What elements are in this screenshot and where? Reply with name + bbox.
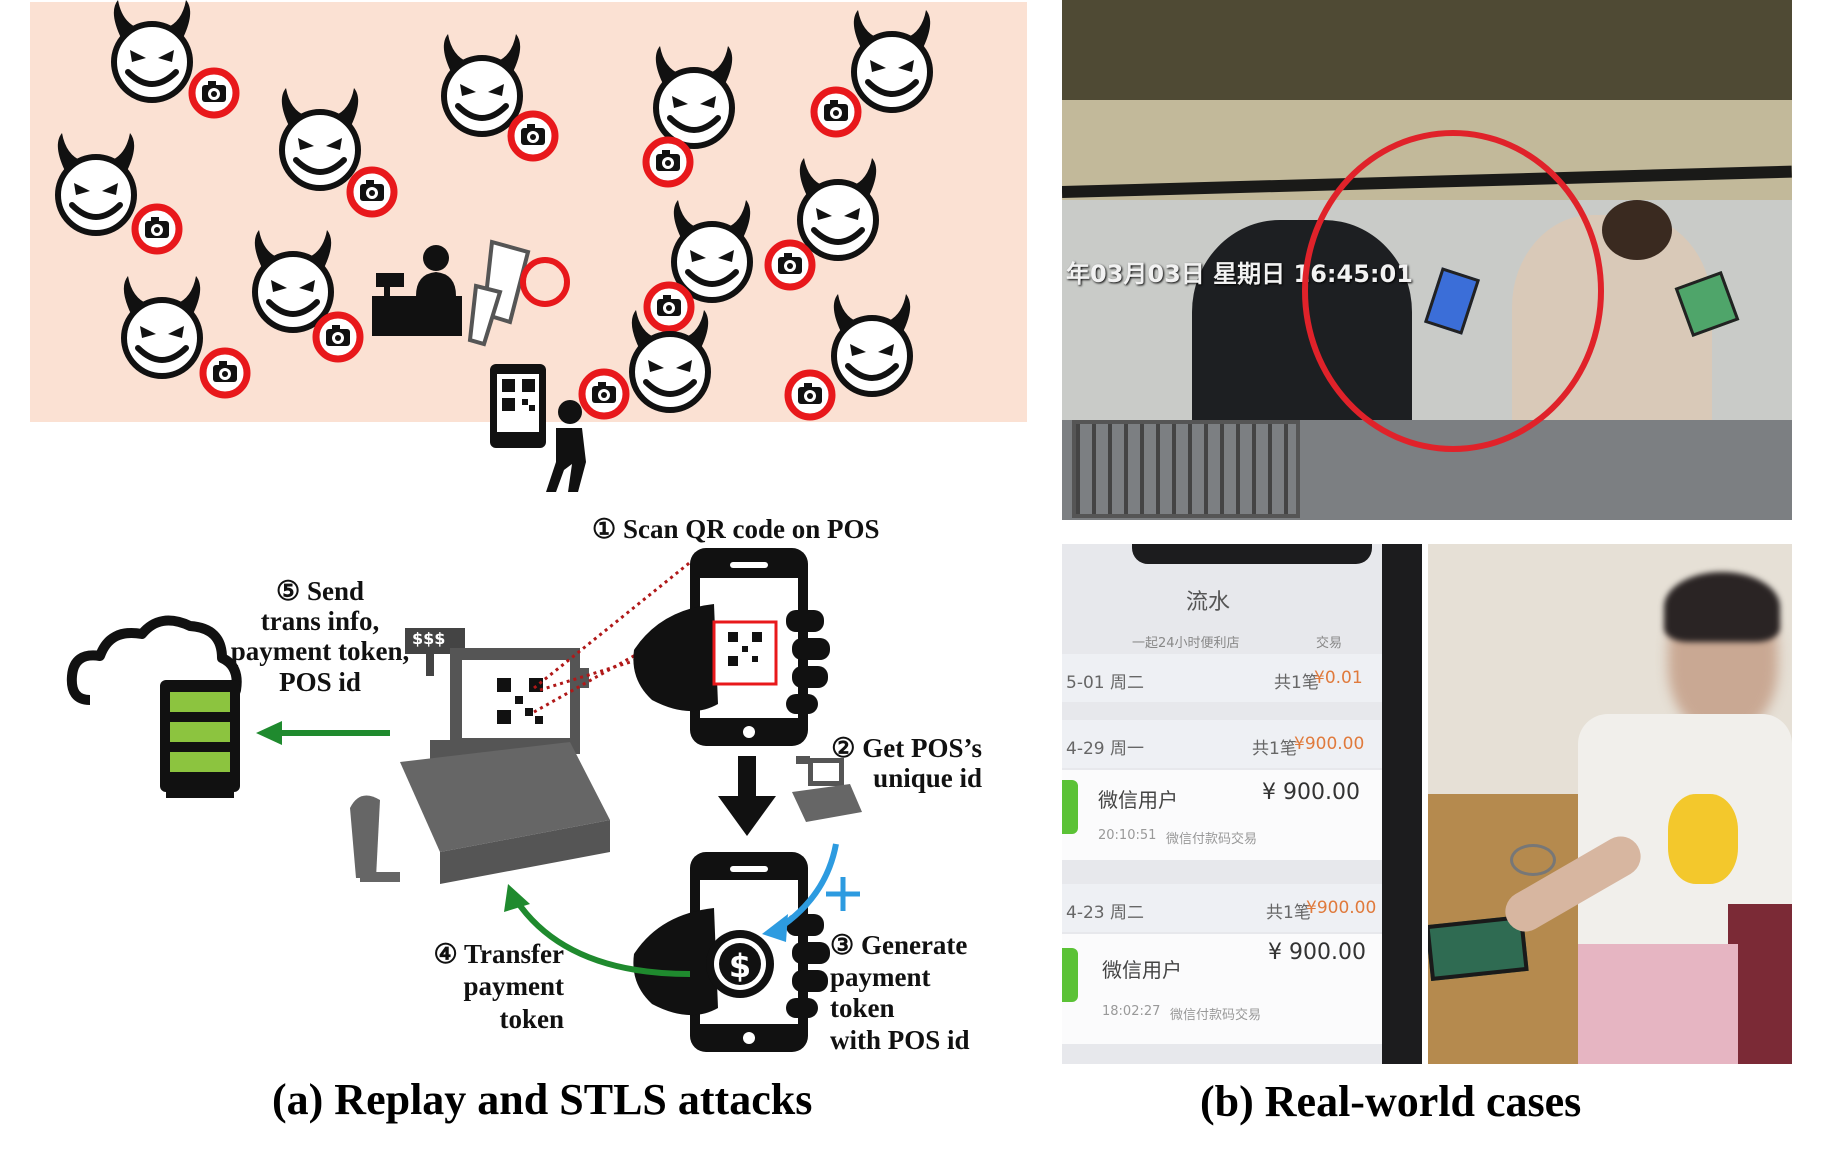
row-value: ¥ 900.00 — [1268, 940, 1366, 965]
row-value: ¥ 900.00 — [1262, 780, 1360, 805]
record-store: 一起24小时便利店 — [1132, 636, 1240, 651]
record-title: 流水 — [1186, 590, 1231, 615]
step-5-line: payment token, — [230, 636, 410, 667]
attacker-devil-icon — [114, 0, 236, 115]
step-5-line: ⑤ Send — [276, 576, 364, 606]
hand-phone-scan-icon — [633, 548, 830, 746]
attacker-devil-icon — [255, 230, 360, 359]
cashier-icon — [372, 245, 462, 336]
step-3-label: ③ Generate payment token with POS id — [830, 930, 970, 1056]
handcuff-icon — [1510, 844, 1556, 876]
record-row-3-header: 4-23 周二 共1笔 ¥900.00 — [1062, 884, 1382, 932]
phone-bezel — [1382, 544, 1422, 1064]
record-row-2-detail: 微信用户 ¥ 900.00 20:10:51 微信付款码交易 — [1062, 770, 1382, 860]
step-4-line: payment — [463, 971, 565, 1002]
record-row-1: 5-01 周二 共1笔 ¥0.01 — [1062, 654, 1382, 702]
row-user: 微信用户 — [1098, 788, 1178, 812]
row-date: 4-23 周二 — [1066, 903, 1144, 923]
suspect-photo — [1428, 544, 1792, 1064]
cctv-head-right — [1602, 200, 1672, 260]
record-row-3-detail: 微信用户 ¥ 900.00 18:02:27 微信付款码交易 — [1062, 934, 1382, 1044]
step-2-line: ② Get POS’s — [831, 733, 982, 763]
attacker-devil-icon — [788, 294, 910, 417]
step-5-label: ⑤ Send trans info, payment token, POS id — [205, 576, 435, 697]
step-2-label: ② Get POS’s unique id — [822, 733, 982, 793]
cctv-top-wall — [1062, 0, 1792, 100]
step-3-line: with POS id — [830, 1024, 970, 1055]
record-row-2-header: 4-29 周一 共1笔 ¥900.00 — [1062, 720, 1382, 768]
green-tag — [1062, 780, 1078, 834]
row-amount: ¥0.01 — [1314, 668, 1363, 688]
step-4-label: ④ Transfer payment token — [398, 938, 564, 1035]
attacker-devil-icon — [282, 88, 394, 214]
step-5-line: trans info, — [260, 606, 380, 637]
row-note: 微信付款码交易 — [1170, 1008, 1262, 1023]
phone-notch — [1132, 544, 1372, 564]
row-count: 共1笔 — [1252, 739, 1297, 759]
attack-illustration: $ — [0, 0, 1060, 1052]
victim-with-phone-icon — [490, 364, 586, 492]
step-1-label: ① Scan QR code on POS — [592, 514, 880, 544]
cctv-cart — [1072, 420, 1300, 518]
attacker-devil-icon — [814, 10, 930, 134]
attacker-devil-icon — [58, 133, 179, 251]
caption-b: (b) Real-world cases — [1200, 1077, 1582, 1126]
green-tag — [1062, 948, 1078, 1002]
row-user: 微信用户 — [1102, 958, 1182, 982]
barcode-scanner-icon — [467, 239, 570, 347]
send-arrow — [256, 721, 390, 745]
step-4-line: token — [499, 1003, 564, 1034]
attacker-devil-icon — [647, 200, 750, 329]
attacker-devil-icon — [646, 46, 732, 184]
row-date: 5-01 周二 — [1066, 673, 1144, 693]
suspect-shirt-print — [1668, 794, 1738, 884]
row-amount: ¥900.00 — [1294, 734, 1365, 754]
row-count: 共1笔 — [1266, 903, 1311, 923]
row-count: 共1笔 — [1274, 673, 1319, 693]
attacker-devil-icon — [444, 34, 555, 158]
highlight-circle — [1302, 130, 1604, 452]
step-4-line: ④ Transfer — [433, 939, 564, 969]
row-date: 4-29 周一 — [1066, 739, 1144, 759]
row-time: 20:10:51 — [1098, 828, 1157, 843]
row-note: 微信付款码交易 — [1166, 832, 1258, 847]
suspect-hair — [1664, 572, 1780, 642]
step-2-line: unique id — [873, 763, 982, 794]
hand-phone-pay-icon: $ — [633, 852, 830, 1052]
suspect-pants — [1578, 944, 1738, 1064]
step-5-line: POS id — [279, 666, 361, 697]
attacker-devil-icon — [768, 158, 876, 287]
payment-record-photo: 流水 一起24小时便利店 交易 5-01 周二 共1笔 ¥0.01 4-29 周… — [1062, 544, 1422, 1064]
step-3-line: payment — [830, 961, 931, 992]
caption-a: (a) Replay and STLS attacks — [272, 1075, 813, 1124]
attacker-devil-icon — [582, 310, 708, 416]
down-arrow — [718, 756, 776, 836]
step-3-line: token — [830, 993, 895, 1024]
row-time: 18:02:27 — [1102, 1004, 1161, 1019]
record-type: 交易 — [1316, 636, 1343, 651]
attacker-devil-icon — [124, 276, 247, 395]
cctv-photo: 年03月03日 星期日 16:45:01 — [1062, 0, 1792, 520]
row-amount: ¥900.00 — [1306, 898, 1377, 918]
step-3-line: ③ Generate — [830, 930, 968, 960]
svg-text:$: $ — [729, 947, 751, 985]
